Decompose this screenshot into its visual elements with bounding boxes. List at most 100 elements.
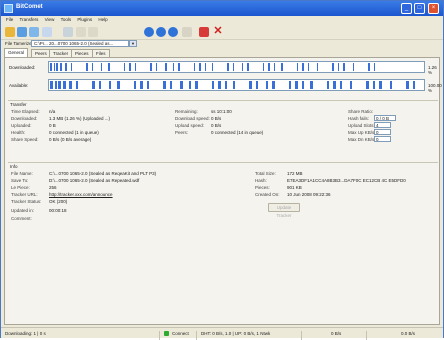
piece-segment: [99, 81, 101, 89]
save-icon[interactable]: [29, 27, 39, 37]
arrow-icon[interactable]: [76, 27, 86, 37]
general-panel: Downloaded: 1.26 % Available: 100.00 % T…: [4, 57, 442, 325]
kv-upload-speed: Upload speed: 0 B/s: [175, 123, 222, 128]
piece-segment: [76, 81, 78, 89]
piece-segment: [233, 81, 235, 89]
piece-segment: [134, 81, 136, 89]
kv-total-size: Total Size: 172 MB: [255, 171, 303, 176]
tab-files[interactable]: Files: [92, 49, 110, 57]
piece-segment: [60, 63, 62, 71]
downloaded-label: Downloaded:: [9, 65, 36, 70]
new-torrent-icon[interactable]: [17, 27, 27, 37]
tab-tracker[interactable]: Tracker: [49, 49, 73, 57]
menu-view[interactable]: View: [45, 16, 55, 24]
upload-slots-input[interactable]: 4: [374, 122, 391, 128]
piece-segment: [71, 63, 72, 71]
network-status-icon: [164, 331, 169, 336]
menu-transfers[interactable]: Transfers: [20, 16, 39, 24]
close-icon[interactable]: ✕: [213, 26, 223, 37]
downloaded-pieces-bar: [48, 61, 425, 73]
address-input[interactable]: C:\Pr... 20...0700 1065-2.0 (Sealed as..…: [31, 40, 129, 47]
tab-peers[interactable]: Peers: [31, 49, 51, 57]
piece-segment: [156, 63, 157, 71]
piece-segment: [374, 63, 375, 71]
piece-segment: [289, 81, 291, 89]
status-separator: [301, 331, 302, 340]
piece-segment: [332, 63, 334, 71]
toolbar: ✕: [1, 24, 443, 40]
kv-hash: Hash: E7EA3DF1A1CC4A8B3B3...DA7F0C EC12CB…: [255, 178, 406, 183]
start-icon[interactable]: [63, 27, 73, 37]
piece-segment: [268, 63, 270, 71]
kv-max-up: Max Up KB/s: 0: [348, 129, 391, 135]
kv-save-to: Save To: D:\...0700 1065-2.0 (Sealed as R…: [11, 178, 140, 183]
max-dn-input[interactable]: 0: [374, 136, 391, 142]
piece-segment: [212, 63, 213, 71]
piece-segment: [109, 81, 111, 89]
kv-max-dn: Max Dn KB/s: 0: [348, 136, 391, 142]
search-icon[interactable]: [156, 27, 166, 37]
piece-segment: [233, 63, 234, 71]
piece-segment: [272, 81, 275, 89]
available-label: Available:: [9, 83, 29, 88]
open-torrent-icon[interactable]: [5, 27, 15, 37]
address-dropdown-icon[interactable]: ▼: [129, 40, 137, 47]
kv-tracker-url: Tracker URL: http://tracker.xxx.com/annou…: [11, 192, 113, 197]
hash-fails-select[interactable]: 0 / 0 B: [374, 115, 396, 121]
status-peers: 0 B/s: [331, 331, 342, 336]
arrow-icon[interactable]: [88, 27, 98, 37]
piece-segment: [308, 63, 309, 71]
stop-icon[interactable]: [182, 27, 192, 37]
status-separator: [366, 331, 367, 340]
piece-segment: [212, 81, 214, 89]
kv-share-speed: Share Speed: 0 B/s (0 B/s average): [11, 137, 92, 142]
kv-piece: Le Piece: 256: [11, 185, 57, 190]
tab-general[interactable]: General: [4, 48, 29, 57]
piece-segment: [189, 81, 191, 89]
transfer-section: Transfer Time Elapsed: n/a Downloaded: 1.3…: [8, 100, 438, 144]
update-tracker-button[interactable]: Update Tracker: [268, 203, 300, 218]
piece-segment: [373, 81, 375, 89]
piece-segment: [266, 81, 268, 89]
pieces-section: Downloaded: 1.26 % Available: 100.00 %: [5, 61, 442, 101]
piece-segment: [140, 81, 143, 89]
kv-share-ratio: Share Ratio:: [348, 109, 374, 114]
piece-segment: [147, 81, 149, 89]
maximize-button[interactable]: □: [414, 3, 425, 14]
menu-file[interactable]: File: [6, 16, 13, 24]
title-bar[interactable]: BitComet _ □ ×: [1, 1, 443, 16]
menu-tools[interactable]: Tools: [61, 16, 72, 24]
piece-segment: [302, 63, 304, 71]
piece-segment: [247, 63, 249, 71]
delete-icon[interactable]: [199, 27, 209, 37]
kv-downloaded: Downloaded: 1.3 MB (1.26 %) (Uploaded ...…: [11, 116, 111, 121]
piece-segment: [218, 81, 221, 89]
close-button[interactable]: ×: [428, 3, 439, 14]
remove-icon[interactable]: [168, 27, 178, 37]
max-up-input[interactable]: 0: [374, 129, 391, 135]
refresh-icon[interactable]: [42, 27, 52, 37]
status-ratio: 0.0 B/s: [401, 331, 416, 336]
piece-segment: [390, 81, 392, 89]
tab-pieces[interactable]: Pieces: [71, 49, 93, 57]
piece-segment: [227, 63, 229, 71]
piece-segment: [295, 81, 298, 89]
piece-segment: [178, 63, 180, 71]
menu-help[interactable]: Help: [98, 16, 107, 24]
tracker-url-link[interactable]: http://tracker.xxx.com/announce: [49, 192, 113, 197]
piece-segment: [406, 81, 409, 89]
kv-hash-fails: Hash fails: 0 / 0 B: [348, 115, 396, 121]
piece-segment: [413, 81, 415, 89]
gear-icon[interactable]: [144, 27, 154, 37]
kv-file-name: File Name: C:\...0700 1065-2.0 (Sealed as…: [11, 171, 157, 176]
piece-segment: [135, 63, 136, 71]
menu-plugins[interactable]: Plugins: [77, 16, 92, 24]
status-speeds: DHT: 0 B/s, 1.0 | UP: 0 B/s, 1 Ntwk: [201, 331, 271, 336]
piece-segment: [310, 81, 313, 89]
piece-segment: [124, 63, 125, 71]
piece-segment: [256, 81, 258, 89]
status-downloading: Downloading: 1 | 0 s: [5, 331, 46, 336]
piece-segment: [353, 63, 354, 71]
minimize-button[interactable]: _: [401, 3, 412, 14]
info-section: Info File Name: C:\...0700 1065-2.0 (Seal…: [8, 162, 438, 252]
